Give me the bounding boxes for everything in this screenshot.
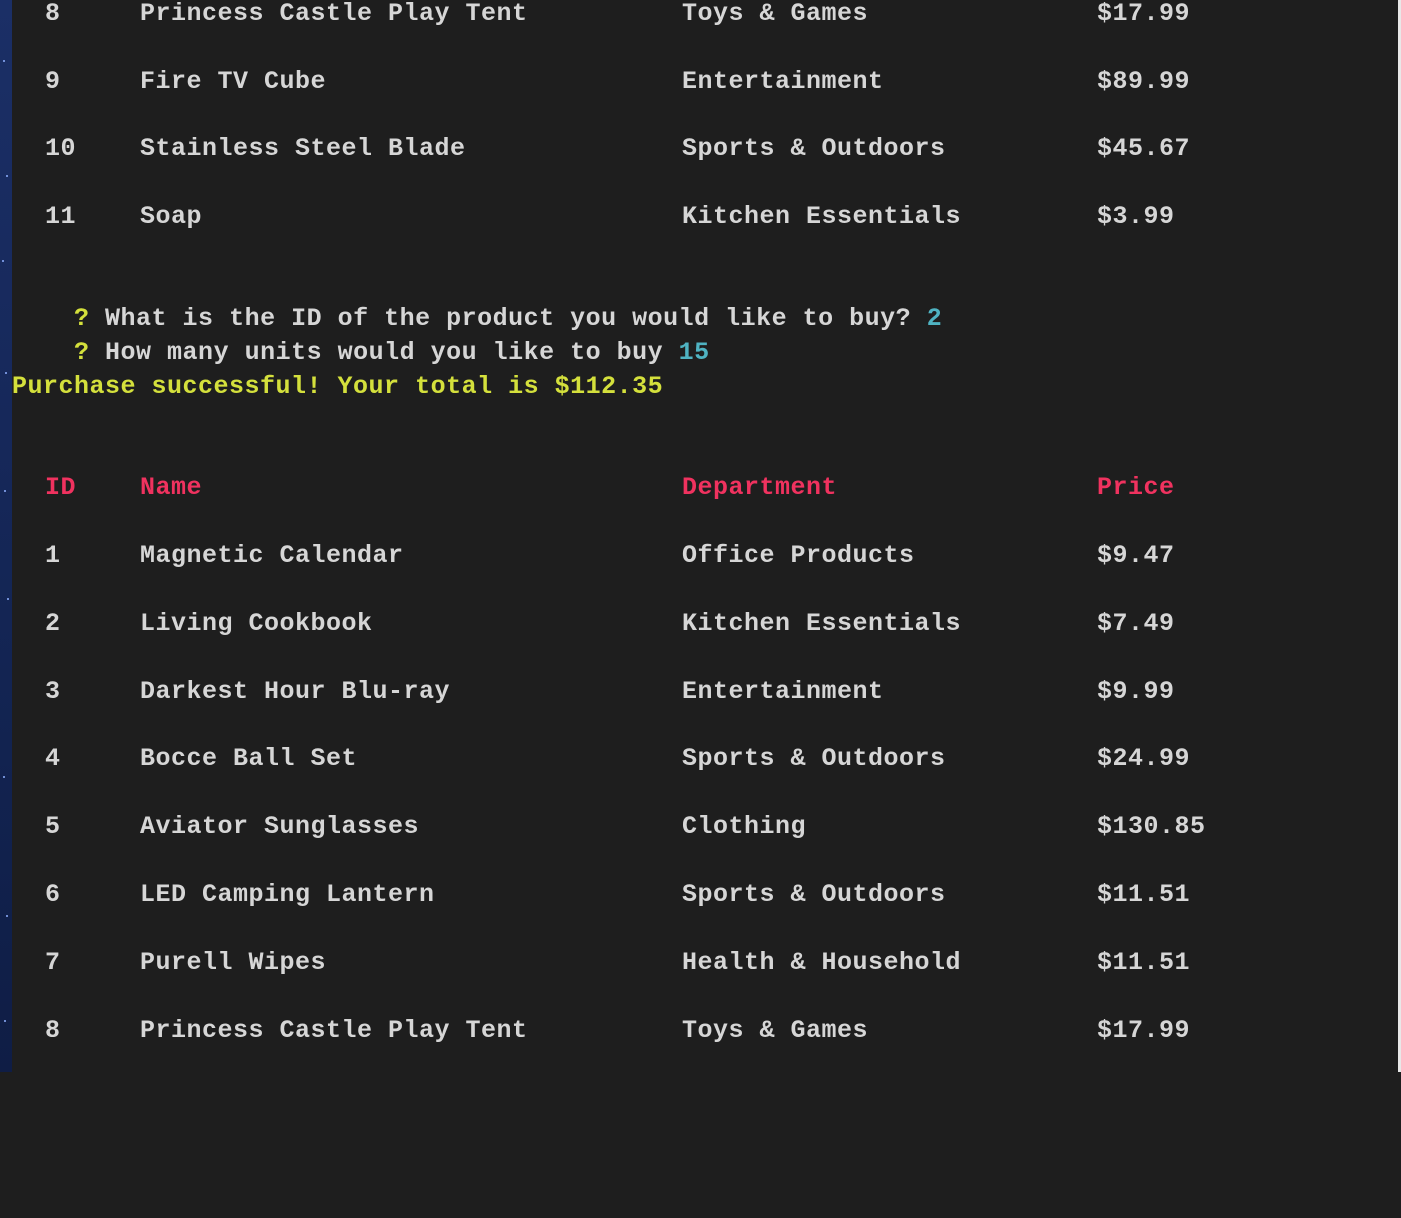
product-id: 3 (45, 677, 61, 706)
product-department: Toys & Games (682, 1016, 869, 1045)
product-department: Sports & Outdoors (682, 744, 946, 773)
product-id: 1 (45, 541, 61, 570)
product-id: 5 (45, 812, 61, 841)
product-name: Purell Wipes (140, 948, 327, 977)
product-name: Darkest Hour Blu-ray (140, 677, 451, 706)
product-name: Aviator Sunglasses (140, 812, 420, 841)
table-row: 6 LED Camping Lantern Sports & Outdoors … (12, 878, 1190, 912)
product-price: $45.67 (1097, 134, 1191, 163)
purchase-success-message: Purchase successful! Your total is $112.… (12, 372, 664, 401)
product-price: $9.47 (1097, 541, 1175, 570)
id-prompt-line: ? What is the ID of the product you woul… (12, 268, 942, 333)
product-price: $11.51 (1097, 880, 1191, 909)
product-name: Soap (140, 202, 203, 231)
table-row: 2 Living Cookbook Kitchen Essentials $7.… (12, 607, 1174, 641)
table-row: 5 Aviator Sunglasses Clothing $130.85 (12, 810, 1205, 844)
column-header-id: ID (45, 473, 77, 502)
product-price: $3.99 (1097, 202, 1175, 231)
product-department: Health & Household (682, 948, 962, 977)
product-department: Toys & Games (682, 0, 869, 28)
product-name: Princess Castle Play Tent (140, 0, 528, 28)
terminal-window[interactable]: 8 Princess Castle Play Tent Toys & Games… (12, 0, 1398, 1072)
table-row: 10 Stainless Steel Blade Sports & Outdoo… (12, 132, 1190, 166)
prompt-answer: 15 (678, 338, 710, 367)
desktop-background-edge (0, 0, 12, 1072)
product-id: 8 (45, 1016, 61, 1045)
product-id: 6 (45, 880, 61, 909)
table-row: 11 Soap Kitchen Essentials $3.99 (12, 200, 1174, 234)
column-header-department: Department (682, 473, 838, 502)
product-name: LED Camping Lantern (140, 880, 435, 909)
table-row: 8 Princess Castle Play Tent Toys & Games… (12, 1014, 1190, 1048)
table-row: 7 Purell Wipes Health & Household $11.51 (12, 946, 1190, 980)
product-department: Entertainment (682, 67, 884, 96)
product-name: Fire TV Cube (140, 67, 327, 96)
product-department: Clothing (682, 812, 807, 841)
prompt-answer: 2 (926, 304, 943, 333)
product-name: Bocce Ball Set (140, 744, 358, 773)
product-price: $89.99 (1097, 67, 1191, 96)
table-row: 8 Princess Castle Play Tent Toys & Games… (12, 0, 1190, 31)
column-header-price: Price (1097, 473, 1175, 502)
product-department: Kitchen Essentials (682, 609, 962, 638)
table-row: 1 Magnetic Calendar Office Products $9.4… (12, 539, 1174, 573)
product-id: 11 (45, 202, 77, 231)
table-header: ID Name Department Price (12, 471, 1174, 505)
prompt-question-mark: ? (74, 338, 90, 367)
product-id: 10 (45, 134, 77, 163)
product-name: Stainless Steel Blade (140, 134, 466, 163)
product-id: 8 (45, 0, 61, 28)
product-name: Magnetic Calendar (140, 541, 404, 570)
product-id: 4 (45, 744, 61, 773)
product-department: Sports & Outdoors (682, 134, 946, 163)
product-department: Entertainment (682, 677, 884, 706)
product-name: Princess Castle Play Tent (140, 1016, 528, 1045)
table-row: 9 Fire TV Cube Entertainment $89.99 (12, 65, 1190, 99)
product-name: Living Cookbook (140, 609, 373, 638)
product-price: $17.99 (1097, 0, 1191, 28)
product-id: 9 (45, 67, 61, 96)
product-id: 7 (45, 948, 61, 977)
product-department: Kitchen Essentials (682, 202, 962, 231)
product-price: $17.99 (1097, 1016, 1191, 1045)
product-price: $24.99 (1097, 744, 1191, 773)
product-price: $11.51 (1097, 948, 1191, 977)
prompt-question: How many units would you like to buy (105, 338, 664, 367)
product-price: $7.49 (1097, 609, 1175, 638)
table-row: 4 Bocce Ball Set Sports & Outdoors $24.9… (12, 742, 1190, 776)
units-prompt-line: ? How many units would you like to buy 1… (12, 302, 710, 367)
column-header-name: Name (140, 473, 203, 502)
product-price: $130.85 (1097, 812, 1206, 841)
product-price: $9.99 (1097, 677, 1175, 706)
product-department: Sports & Outdoors (682, 880, 946, 909)
product-id: 2 (45, 609, 61, 638)
table-row: 3 Darkest Hour Blu-ray Entertainment $9.… (12, 675, 1174, 709)
product-department: Office Products (682, 541, 915, 570)
